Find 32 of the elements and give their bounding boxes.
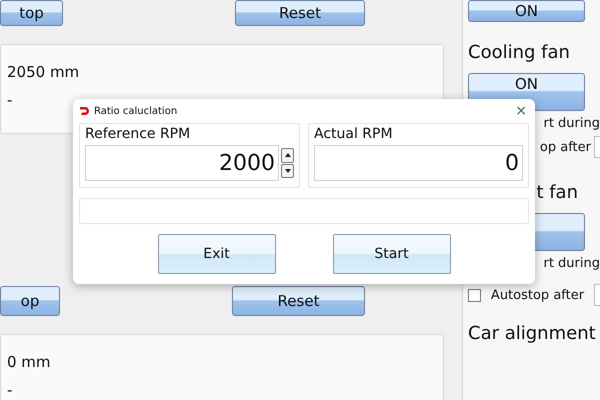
caret-down-icon <box>284 168 290 173</box>
input-field[interactable] <box>594 284 600 306</box>
section-title: t fan <box>536 182 578 203</box>
status-text: - <box>7 91 12 109</box>
dialog-button[interactable]: Exit <box>158 234 276 274</box>
window-title: Ratio caluclation <box>94 106 178 116</box>
number-field[interactable]: 2000 <box>85 145 279 181</box>
option-label: Autostop after <box>490 288 584 302</box>
on-button[interactable]: ON <box>468 0 585 22</box>
option-label: rt during <box>543 256 600 270</box>
section-title: Cooling fan <box>468 42 570 63</box>
spinner-control[interactable] <box>281 145 294 181</box>
group-label: Actual RPM <box>314 126 393 142</box>
distance-value: 2050 mm <box>7 63 80 81</box>
spin-down-button[interactable] <box>281 164 294 178</box>
caret-up-icon <box>284 153 290 158</box>
toolbar-button[interactable]: op <box>0 286 60 316</box>
toolbar-button[interactable]: Reset <box>232 286 365 316</box>
toolbar-button[interactable]: Reset <box>235 0 365 26</box>
section-title: Car alignment <box>468 323 596 344</box>
spin-up-button[interactable] <box>281 148 294 162</box>
logo-icon <box>79 106 89 116</box>
option-label: op after <box>540 140 591 154</box>
distance-value: 0 mm <box>7 353 51 371</box>
number-field[interactable]: 0 <box>314 145 523 181</box>
checkbox[interactable] <box>468 288 481 302</box>
group-label: Reference RPM <box>85 126 190 142</box>
input-field[interactable] <box>594 136 600 158</box>
status-text: - <box>7 381 12 399</box>
dialog-button[interactable]: Start <box>332 234 450 274</box>
option-label: rt during <box>543 116 600 130</box>
toolbar-button[interactable]: top <box>0 0 63 26</box>
